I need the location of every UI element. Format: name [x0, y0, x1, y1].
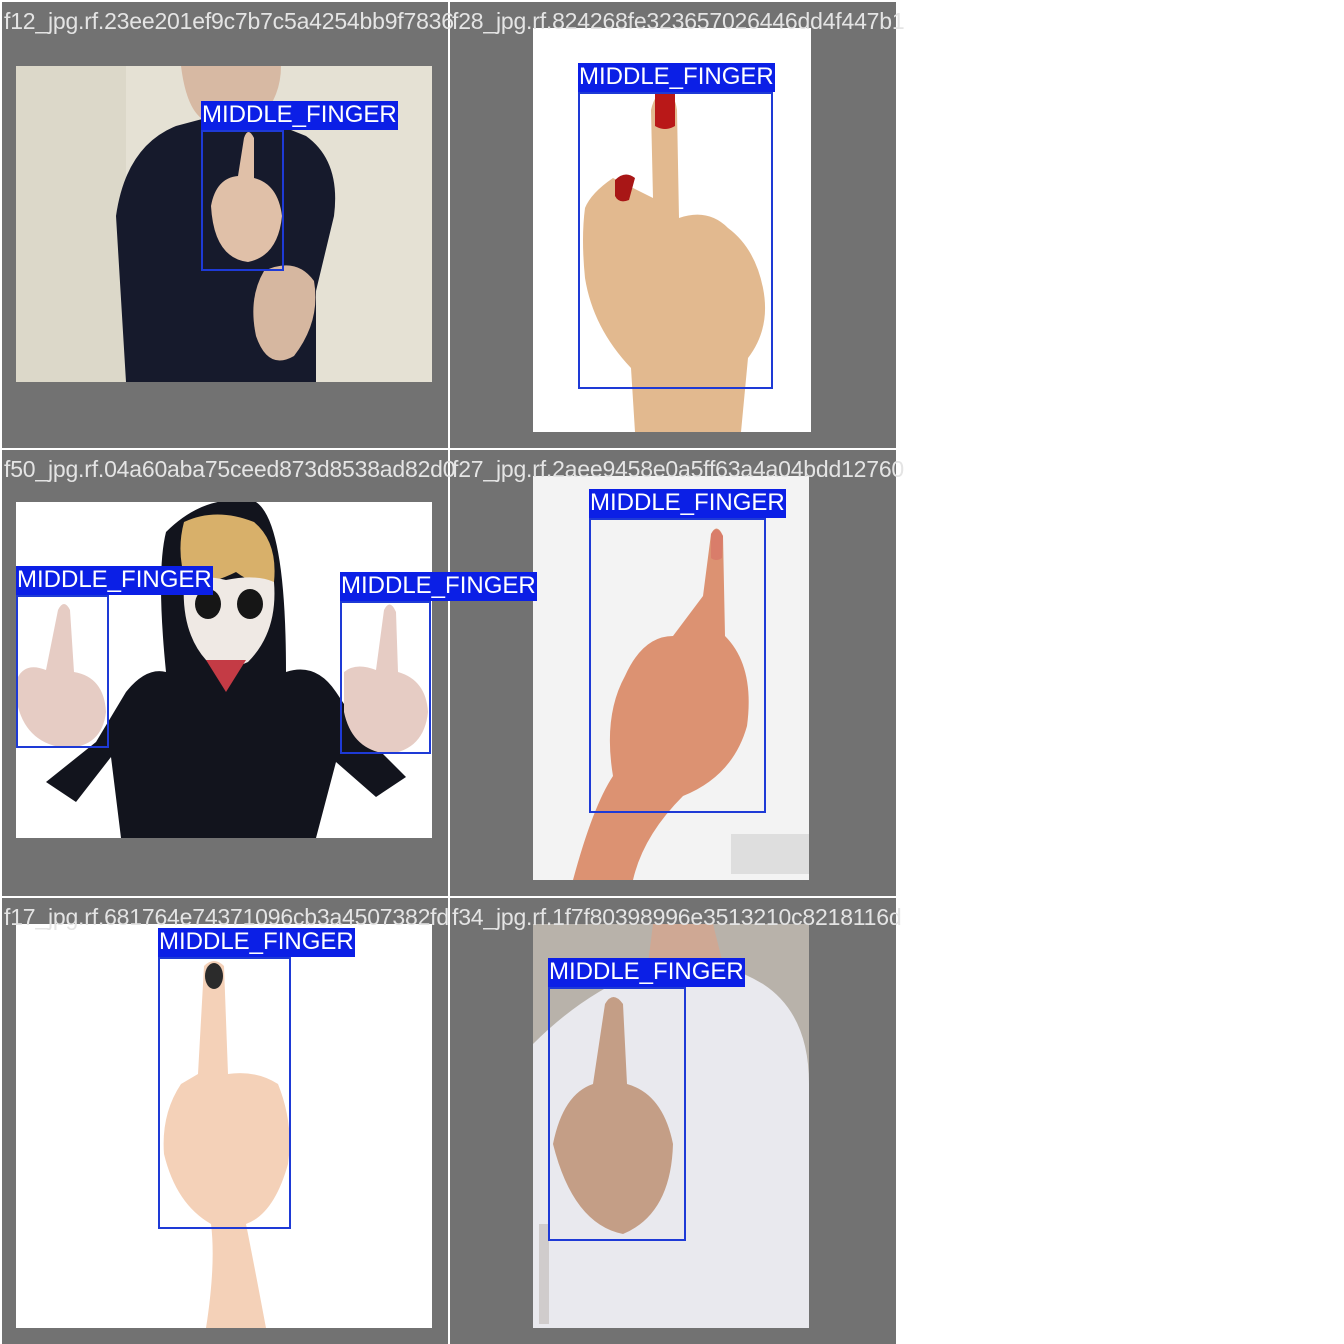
grid-tile-4: f27_jpg.rf.2aee9458e0a5ff63a4a04bdd12760…: [450, 450, 904, 896]
detection-label: MIDDLE_FINGER: [548, 958, 745, 987]
grid-tile-1: f12_jpg.rf.23ee201ef9c7b7c5a4254bb9f7836…: [2, 2, 454, 448]
detection-box: [340, 601, 431, 754]
detection-box: [589, 518, 766, 813]
detection-box: [158, 957, 291, 1229]
detection-box: [16, 595, 109, 748]
detection-box: [548, 987, 686, 1241]
detection-label: MIDDLE_FINGER: [16, 566, 213, 595]
detection-label: MIDDLE_FINGER: [158, 928, 355, 957]
grid-tile-3: f50_jpg.rf.04a60aba75ceed873d8538ad82d0 …: [2, 450, 537, 896]
detection-box: [201, 130, 284, 271]
image-filename: f12_jpg.rf.23ee201ef9c7b7c5a4254bb9f7836: [4, 8, 454, 34]
grid-tile-5: f17_jpg.rf.681764e74371096cb3a4507382fd …: [2, 898, 449, 1344]
detection-label: MIDDLE_FINGER: [201, 101, 398, 130]
detection-box: [578, 92, 773, 389]
detection-label: MIDDLE_FINGER: [589, 489, 786, 518]
image-filename: f50_jpg.rf.04a60aba75ceed873d8538ad82d0: [4, 456, 456, 482]
grid-tile-2: f28_jpg.rf.824268fe323657026446dd4f447b1…: [450, 2, 905, 448]
detection-label: MIDDLE_FINGER: [340, 572, 537, 601]
detection-label: MIDDLE_FINGER: [578, 63, 775, 92]
grid-tile-6: f34_jpg.rf.1f7f80398996e3513210c8218116d…: [450, 898, 902, 1344]
